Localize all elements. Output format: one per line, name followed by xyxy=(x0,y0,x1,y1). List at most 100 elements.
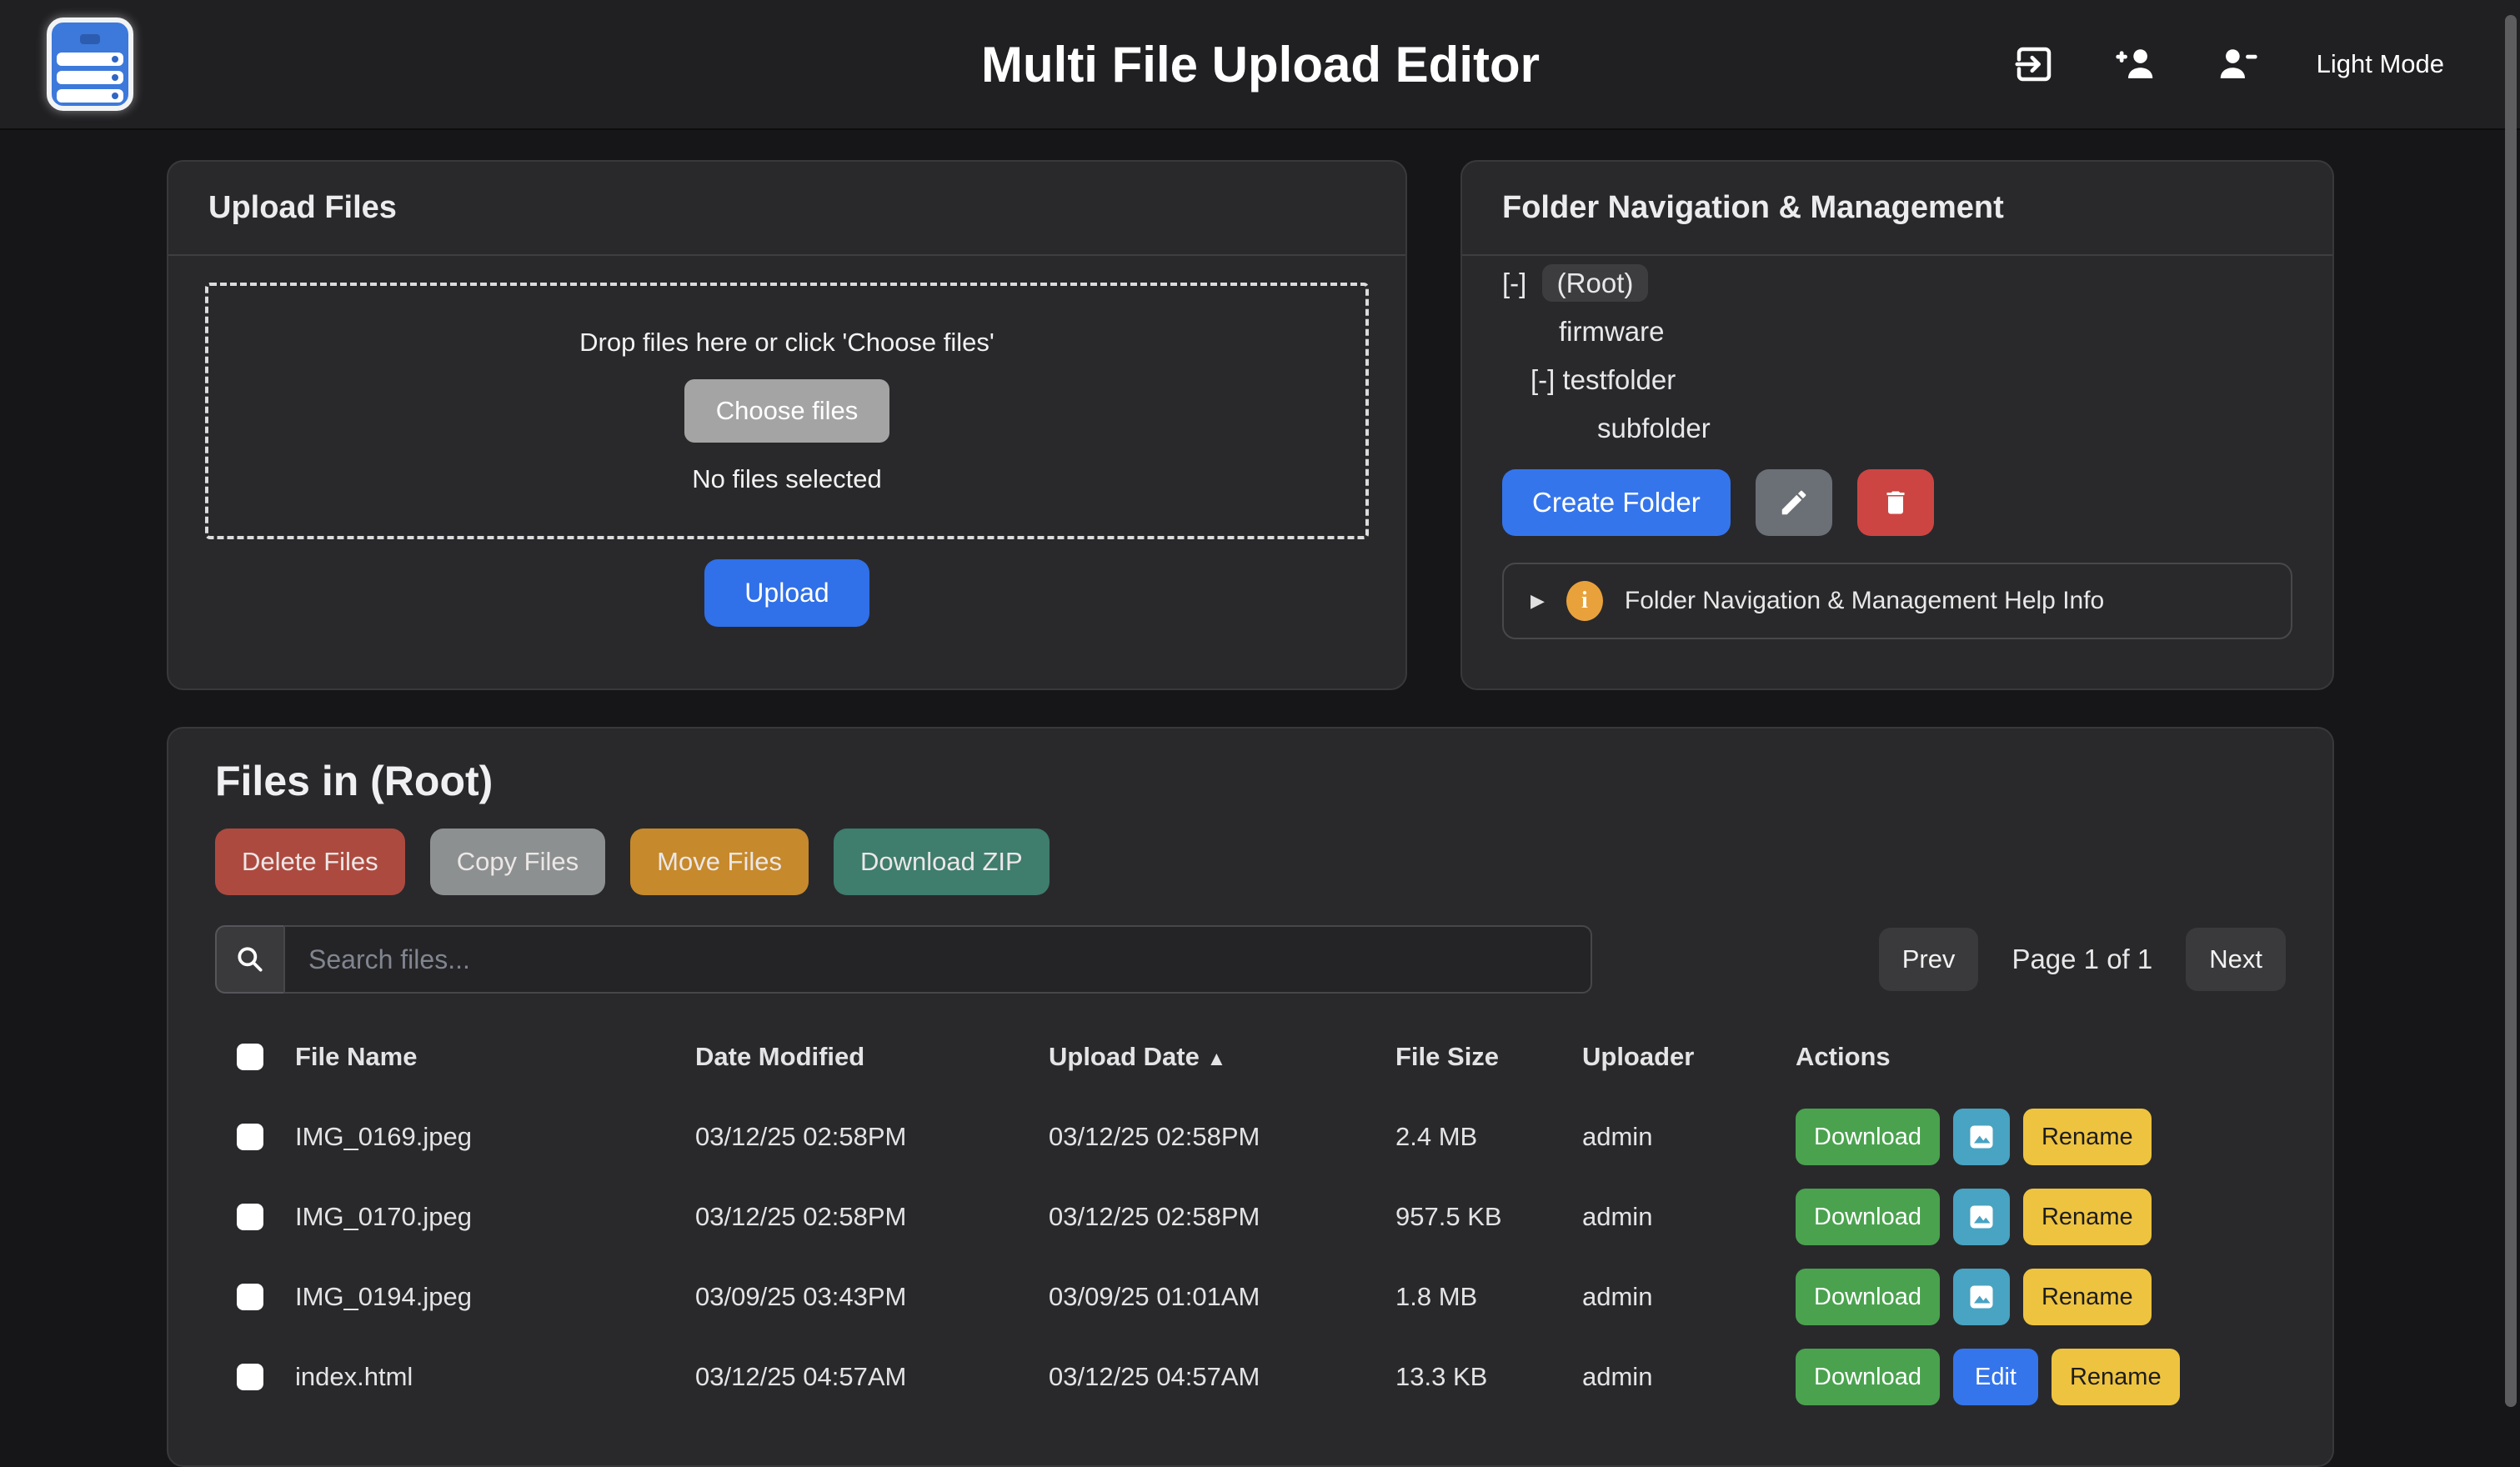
upload-date: 03/12/25 02:58PM xyxy=(1049,1122,1395,1152)
select-all-checkbox[interactable] xyxy=(237,1044,263,1070)
folder-help-accordion[interactable]: ▶ i Folder Navigation & Management Help … xyxy=(1502,563,2292,639)
delete-folder-button[interactable] xyxy=(1857,469,1934,536)
files-table: File Name Date Modified Upload Date ▲ Fi… xyxy=(215,1017,2286,1417)
download-button[interactable]: Download xyxy=(1796,1189,1940,1245)
chevron-right-icon[interactable]: ▶ xyxy=(1531,590,1545,612)
row-checkbox[interactable] xyxy=(237,1364,263,1390)
app-logo-server-icon[interactable] xyxy=(47,18,133,111)
info-icon: i xyxy=(1566,581,1603,621)
row-checkbox[interactable] xyxy=(237,1284,263,1310)
files-section-title: Files in (Root) xyxy=(215,757,2286,805)
image-icon xyxy=(1966,1122,1996,1152)
rename-button[interactable]: Rename xyxy=(2023,1269,2152,1325)
preview-image-button[interactable] xyxy=(1953,1269,2010,1325)
dropzone-hint: Drop files here or click 'Choose files' xyxy=(579,328,994,358)
date-modified: 03/09/25 03:43PM xyxy=(695,1282,1049,1312)
file-size: 1.8 MB xyxy=(1395,1282,1582,1312)
tree-item-firmware[interactable]: firmware xyxy=(1502,308,2292,356)
tree-item-testfolder[interactable]: [-] testfolder xyxy=(1502,356,2292,404)
col-date-modified[interactable]: Date Modified xyxy=(695,1042,1049,1072)
tree-label-firmware[interactable]: firmware xyxy=(1559,316,1665,347)
uploader: admin xyxy=(1582,1362,1796,1392)
sort-ascending-icon: ▲ xyxy=(1206,1048,1226,1070)
tree-toggle-root[interactable]: [-] xyxy=(1502,268,1526,298)
file-name: index.html xyxy=(295,1362,695,1392)
col-actions: Actions xyxy=(1796,1042,2286,1072)
remove-user-icon[interactable] xyxy=(2215,42,2260,87)
light-mode-toggle[interactable]: Light Mode xyxy=(2317,49,2444,79)
folder-help-label: Folder Navigation & Management Help Info xyxy=(1625,587,2104,615)
tree-label-testfolder[interactable]: testfolder xyxy=(1563,364,1676,395)
next-page-button[interactable]: Next xyxy=(2186,928,2286,991)
upload-card-title: Upload Files xyxy=(168,162,1405,256)
download-button[interactable]: Download xyxy=(1796,1269,1940,1325)
folder-navigation-card: Folder Navigation & Management [-] (Root… xyxy=(1460,160,2334,690)
table-row: index.html 03/12/25 04:57AM 03/12/25 04:… xyxy=(215,1337,2286,1417)
pencil-icon xyxy=(1778,487,1810,518)
col-uploader[interactable]: Uploader xyxy=(1582,1042,1796,1072)
download-button[interactable]: Download xyxy=(1796,1349,1940,1405)
upload-files-card: Upload Files Drop files here or click 'C… xyxy=(167,160,1407,690)
file-name: IMG_0170.jpeg xyxy=(295,1202,695,1232)
file-size: 957.5 KB xyxy=(1395,1202,1582,1232)
download-button[interactable]: Download xyxy=(1796,1109,1940,1165)
create-folder-button[interactable]: Create Folder xyxy=(1502,469,1731,536)
col-upload-date[interactable]: Upload Date ▲ xyxy=(1049,1042,1395,1072)
app-header: Multi File Upload Editor Light Mode xyxy=(0,0,2520,130)
copy-files-button[interactable]: Copy Files xyxy=(430,829,605,895)
prev-page-button[interactable]: Prev xyxy=(1879,928,1979,991)
date-modified: 03/12/25 02:58PM xyxy=(695,1122,1049,1152)
tree-label-subfolder[interactable]: subfolder xyxy=(1597,413,1711,443)
files-list-card: Files in (Root) Delete Files Copy Files … xyxy=(167,727,2334,1467)
search-input[interactable] xyxy=(283,925,1592,994)
scrollbar[interactable] xyxy=(2505,15,2517,1407)
file-name: IMG_0169.jpeg xyxy=(295,1122,695,1152)
download-zip-button[interactable]: Download ZIP xyxy=(834,829,1050,895)
files-table-header: File Name Date Modified Upload Date ▲ Fi… xyxy=(215,1017,2286,1097)
file-size: 2.4 MB xyxy=(1395,1122,1582,1152)
upload-date: 03/09/25 01:01AM xyxy=(1049,1282,1395,1312)
search-addon xyxy=(215,925,283,994)
logout-icon[interactable] xyxy=(2011,42,2057,87)
page-indicator: Page 1 of 1 xyxy=(2011,944,2152,975)
row-checkbox[interactable] xyxy=(237,1204,263,1230)
choose-files-button[interactable]: Choose files xyxy=(684,379,890,443)
move-files-button[interactable]: Move Files xyxy=(630,829,809,895)
table-row: IMG_0169.jpeg 03/12/25 02:58PM 03/12/25 … xyxy=(215,1097,2286,1177)
col-file-size[interactable]: File Size xyxy=(1395,1042,1582,1072)
trash-icon xyxy=(1881,487,1911,518)
row-checkbox[interactable] xyxy=(237,1124,263,1150)
date-modified: 03/12/25 02:58PM xyxy=(695,1202,1049,1232)
table-row: IMG_0194.jpeg 03/09/25 03:43PM 03/09/25 … xyxy=(215,1257,2286,1337)
upload-date: 03/12/25 04:57AM xyxy=(1049,1362,1395,1392)
file-size: 13.3 KB xyxy=(1395,1362,1582,1392)
image-icon xyxy=(1966,1282,1996,1312)
file-name: IMG_0194.jpeg xyxy=(295,1282,695,1312)
rename-button[interactable]: Rename xyxy=(2052,1349,2180,1405)
tree-toggle-testfolder[interactable]: [-] xyxy=(1531,364,1555,395)
rename-button[interactable]: Rename xyxy=(2023,1189,2152,1245)
tree-item-subfolder[interactable]: subfolder xyxy=(1502,404,2292,453)
tree-label-root[interactable]: (Root) xyxy=(1542,264,1649,302)
preview-image-button[interactable] xyxy=(1953,1189,2010,1245)
delete-files-button[interactable]: Delete Files xyxy=(215,829,405,895)
add-user-icon[interactable] xyxy=(2113,42,2158,87)
tree-item-root[interactable]: [-] (Root) xyxy=(1502,259,2292,308)
date-modified: 03/12/25 04:57AM xyxy=(695,1362,1049,1392)
rename-folder-button[interactable] xyxy=(1756,469,1832,536)
no-files-selected-text: No files selected xyxy=(692,464,881,494)
image-icon xyxy=(1966,1202,1996,1232)
table-row: IMG_0170.jpeg 03/12/25 02:58PM 03/12/25 … xyxy=(215,1177,2286,1257)
folder-card-title: Folder Navigation & Management xyxy=(1462,162,2332,256)
rename-button[interactable]: Rename xyxy=(2023,1109,2152,1165)
edit-button[interactable]: Edit xyxy=(1953,1349,2038,1405)
col-file-name[interactable]: File Name xyxy=(295,1042,695,1072)
upload-date: 03/12/25 02:58PM xyxy=(1049,1202,1395,1232)
upload-button[interactable]: Upload xyxy=(704,559,869,627)
search-icon xyxy=(234,944,266,975)
preview-image-button[interactable] xyxy=(1953,1109,2010,1165)
file-dropzone[interactable]: Drop files here or click 'Choose files' … xyxy=(205,283,1369,539)
uploader: admin xyxy=(1582,1202,1796,1232)
uploader: admin xyxy=(1582,1282,1796,1312)
uploader: admin xyxy=(1582,1122,1796,1152)
